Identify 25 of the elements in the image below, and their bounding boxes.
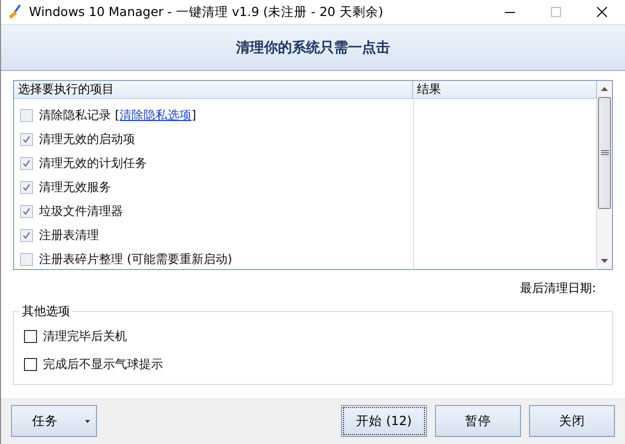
privacy-options-link[interactable]: 清除隐私选项 — [120, 108, 192, 122]
option-label: 完成后不显示气球提示 — [43, 356, 163, 373]
window-title: Windows 10 Manager - 一键清理 v1.9 (未注册 - 20 天剩余) — [29, 4, 384, 20]
task-label: 注册表清理 — [39, 226, 99, 244]
checkbox[interactable] — [24, 330, 37, 343]
close-dialog-button[interactable]: 关闭 — [529, 405, 615, 437]
tasks-button[interactable]: 任务 — [11, 405, 97, 437]
group-title: 其他选项 — [21, 303, 71, 320]
caret-icon — [85, 420, 90, 422]
task-label: 清除隐私记录 [清除隐私选项] — [39, 106, 196, 124]
task-label: 注册表碎片整理 (可能需要重新启动) — [39, 250, 232, 268]
broom-icon — [7, 4, 23, 20]
close-icon[interactable] — [597, 7, 607, 17]
start-button[interactable]: 开始 (12) — [341, 405, 427, 437]
option-label: 清理完毕后关机 — [43, 328, 127, 345]
last-clean-date-label: 最后清理日期: — [520, 280, 596, 298]
column-header[interactable]: 选择要执行的项目 — [14, 81, 413, 98]
task-label: 清理无效的启动项 — [39, 130, 135, 148]
header-title: 清理你的系统只需一点击 — [236, 38, 390, 56]
checkbox[interactable] — [24, 358, 37, 371]
task-label: 清理无效服务 — [39, 178, 111, 196]
pause-button[interactable]: 暂停 — [435, 405, 521, 437]
task-label: 垃圾文件清理器 — [39, 202, 123, 220]
scrollbar-thumb[interactable] — [598, 97, 611, 210]
task-label: 清理无效的计划任务 — [39, 154, 147, 172]
